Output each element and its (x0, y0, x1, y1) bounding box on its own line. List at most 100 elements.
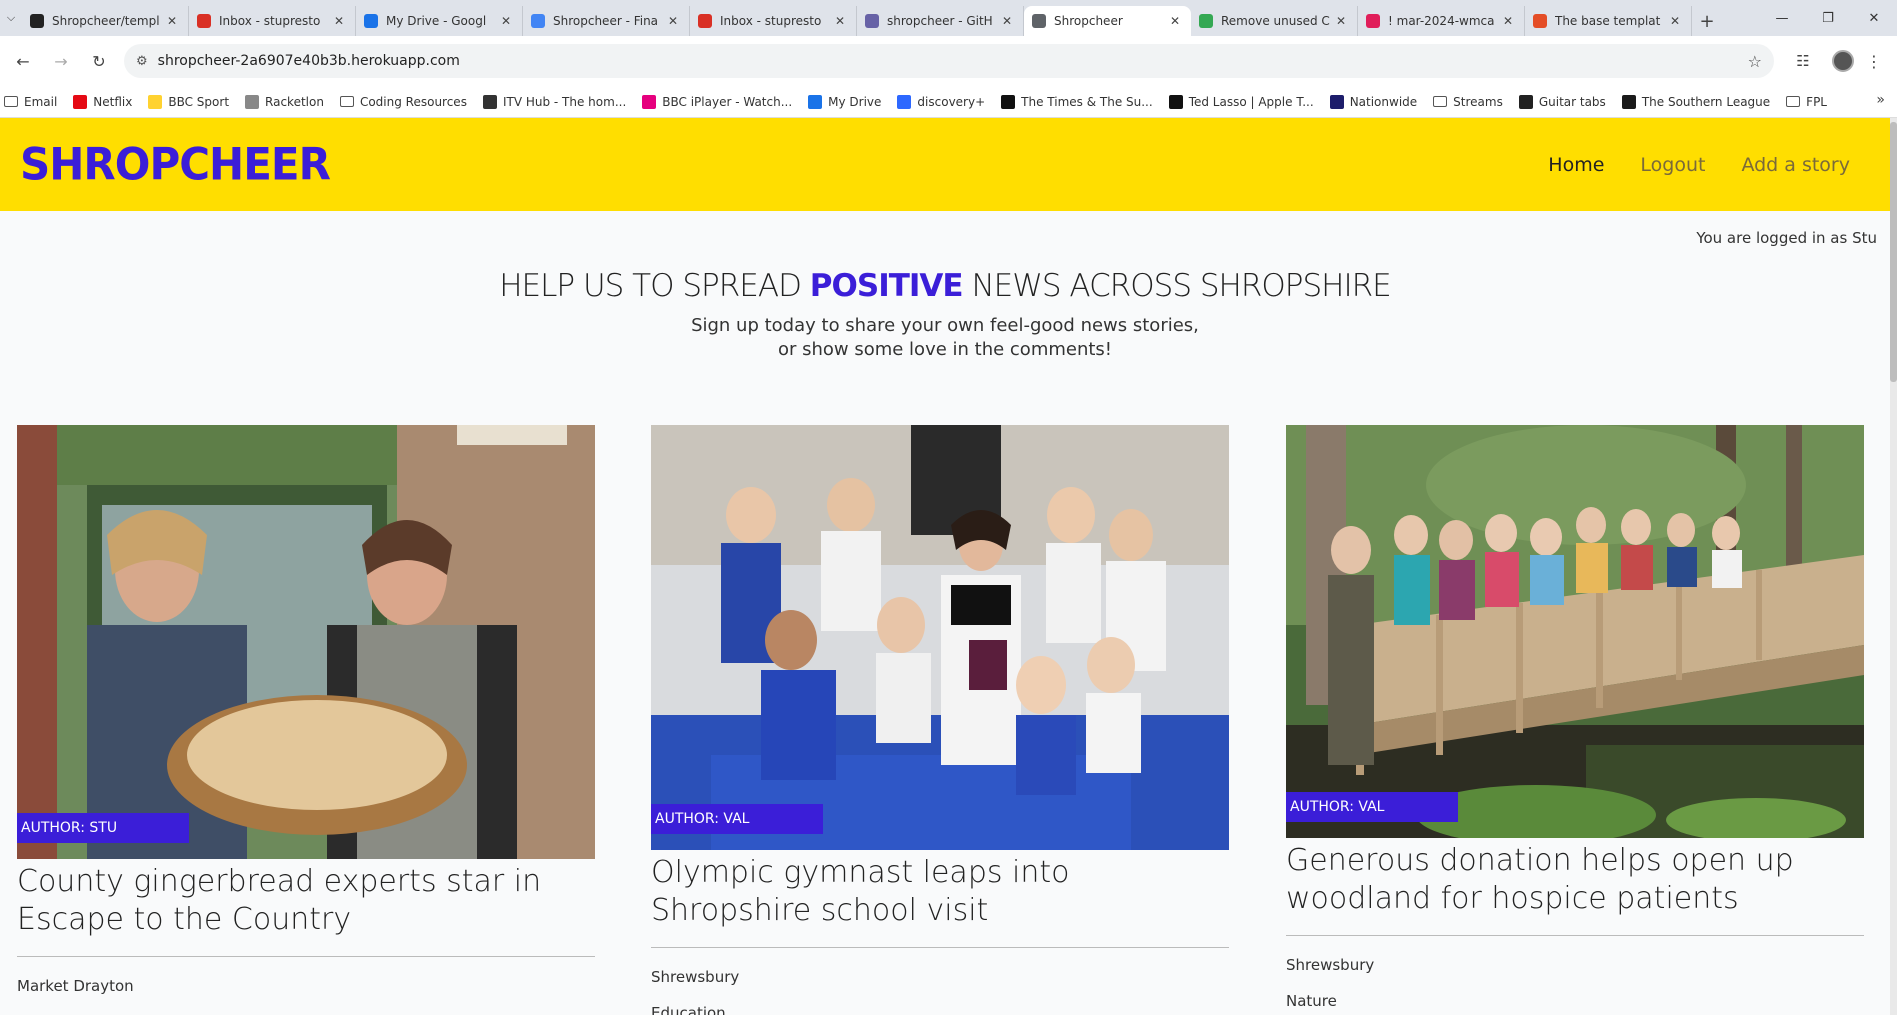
site-info-icon[interactable]: ⚙ (136, 54, 148, 69)
bookmark-label: FPL (1806, 94, 1827, 109)
bookmark-item[interactable]: BBC Sport (148, 94, 230, 109)
story-divider (17, 956, 595, 957)
nav-home-link[interactable]: Home (1548, 154, 1604, 176)
bookmark-star-icon[interactable]: ☆ (1748, 52, 1762, 71)
bookmark-item[interactable]: Guitar tabs (1518, 94, 1606, 109)
slack-icon (1366, 14, 1380, 28)
story-divider (1286, 935, 1864, 936)
bookmark-item[interactable]: Email (4, 95, 57, 109)
hero-subtitle: Sign up today to share your own feel-goo… (0, 314, 1890, 362)
bookmark-item[interactable]: Racketlon (245, 94, 324, 109)
bookmark-item[interactable]: Ted Lasso | Apple T... (1168, 94, 1314, 109)
close-tab-icon[interactable]: ✕ (1667, 14, 1683, 28)
hero-title-highlight: POSITIVE (809, 268, 964, 304)
woodland-bridge-photo (1286, 425, 1864, 838)
story-category: Education (651, 1004, 726, 1015)
bookmark-item[interactable]: The Southern League (1621, 94, 1770, 109)
reload-icon[interactable]: ↻ (84, 46, 114, 76)
bookmark-label: Racketlon (265, 94, 324, 109)
hero-title: HELP US TO SPREAD POSITIVE NEWS ACROSS S… (0, 268, 1890, 304)
bookmark-item[interactable]: Nationwide (1329, 94, 1417, 109)
browser-tab[interactable]: My Drive - Googl ✕ (356, 6, 523, 36)
bookmark-item[interactable]: Netflix (73, 94, 133, 109)
story-location: Shrewsbury (1286, 956, 1375, 974)
new-tab-button[interactable]: + (1692, 6, 1722, 36)
close-tab-icon[interactable]: ✕ (1167, 14, 1183, 28)
bookmark-item[interactable]: discovery+ (897, 94, 985, 109)
browser-tab[interactable]: The base templat ✕ (1525, 6, 1692, 36)
folder-icon (1786, 96, 1801, 107)
story-card[interactable]: AUTHOR: VAL Generous donation helps open… (1286, 425, 1864, 1010)
site-logo[interactable]: SHROPCHEER (20, 139, 331, 190)
hero-subtitle-line-1: Sign up today to share your own feel-goo… (691, 315, 1199, 336)
story-image[interactable]: AUTHOR: VAL (1286, 425, 1864, 838)
story-card[interactable]: AUTHOR: STU County gingerbread experts s… (17, 425, 595, 995)
browser-tab-title: ! mar-2024-wmca (1388, 14, 1495, 28)
story-card[interactable]: AUTHOR: VAL Olympic gymnast leaps into S… (651, 425, 1229, 1015)
drive-icon (364, 14, 378, 28)
bookmark-item[interactable]: Coding Resources (339, 94, 467, 109)
restore-icon[interactable]: ❐ (1805, 0, 1851, 36)
browser-tab-title: Shropcheer - Fina (553, 14, 659, 28)
tab-search-icon[interactable]: ⌵ (0, 0, 22, 36)
folder-icon (1433, 96, 1448, 107)
story-title[interactable]: Olympic gymnast leaps into Shropshire sc… (651, 854, 1229, 930)
discovery-icon (897, 94, 912, 109)
browser-tab[interactable]: Shropcheer - Fina ✕ (523, 6, 690, 36)
heroku-icon (865, 14, 879, 28)
minimize-icon[interactable]: — (1759, 0, 1805, 36)
bookmark-label: BBC Sport (168, 94, 230, 109)
bookmark-label: Netflix (93, 94, 133, 109)
nav-logout-link[interactable]: Logout (1640, 154, 1705, 176)
browser-tab[interactable]: Inbox - stupresto ✕ (189, 6, 356, 36)
chrome-icon (1199, 14, 1213, 28)
close-tab-icon[interactable]: ✕ (1500, 14, 1516, 28)
profile-avatar[interactable] (1832, 50, 1854, 72)
more-bookmarks-icon[interactable]: » (1876, 92, 1885, 108)
bookmark-label: The Times & The Su... (1021, 94, 1153, 109)
close-tab-icon[interactable]: ✕ (164, 14, 180, 28)
close-tab-icon[interactable]: ✕ (331, 14, 347, 28)
page-scrollbar-thumb[interactable] (1890, 122, 1897, 382)
window-controls: — ❐ ✕ (1759, 0, 1897, 36)
nav-add-story-link[interactable]: Add a story (1741, 154, 1850, 176)
close-tab-icon[interactable]: ✕ (1333, 14, 1349, 28)
browser-tab-title: shropcheer - GitH (887, 14, 993, 28)
bookmark-item[interactable]: The Times & The Su... (1001, 94, 1153, 109)
back-icon[interactable]: ← (8, 46, 38, 76)
bookmark-item[interactable]: FPL (1786, 95, 1827, 109)
globe-icon (1032, 14, 1046, 28)
browser-tab[interactable]: Remove unused C ✕ (1191, 6, 1358, 36)
bookmark-item[interactable]: My Drive (808, 94, 881, 109)
bookmark-item[interactable]: BBC iPlayer - Watch... (642, 94, 792, 109)
close-tab-icon[interactable]: ✕ (665, 14, 681, 28)
close-window-icon[interactable]: ✕ (1851, 0, 1897, 36)
close-tab-icon[interactable]: ✕ (832, 14, 848, 28)
browser-menu-icon[interactable]: ⋮ (1864, 52, 1884, 71)
close-tab-icon[interactable]: ✕ (498, 14, 514, 28)
story-image[interactable]: AUTHOR: VAL (651, 425, 1229, 850)
browser-tab[interactable]: Shropcheer ✕ (1024, 6, 1191, 36)
browser-tab[interactable]: shropcheer - GitH ✕ (857, 6, 1024, 36)
site-nav-links: Home Logout Add a story (1512, 118, 1850, 211)
story-divider (651, 947, 1229, 948)
racketlon-icon (245, 94, 260, 109)
bookmark-label: Coding Resources (359, 94, 467, 109)
story-image[interactable]: AUTHOR: STU (17, 425, 595, 859)
browser-tab-title: Remove unused C (1221, 14, 1330, 28)
close-tab-icon[interactable]: ✕ (999, 14, 1015, 28)
forward-icon[interactable]: → (46, 46, 76, 76)
school-children-photo (651, 425, 1229, 850)
story-title[interactable]: County gingerbread experts star in Escap… (17, 863, 595, 939)
bookmark-label: Guitar tabs (1538, 94, 1606, 109)
extensions-icon[interactable]: ☷ (1788, 46, 1818, 76)
site-navbar: SHROPCHEER Home Logout Add a story (0, 118, 1890, 211)
address-input[interactable]: ⚙ shropcheer-2a6907e40b3b.herokuapp.com … (124, 44, 1774, 78)
bookmark-item[interactable]: ITV Hub - The hom... (482, 94, 626, 109)
browser-tab[interactable]: ! mar-2024-wmca ✕ (1358, 6, 1525, 36)
bookmark-item[interactable]: Streams (1433, 95, 1503, 109)
browser-tab[interactable]: Inbox - stupresto ✕ (690, 6, 857, 36)
hero-subtitle-line-2: or show some love in the comments! (777, 339, 1113, 360)
story-title[interactable]: Generous donation helps open up woodland… (1286, 842, 1864, 918)
browser-tab[interactable]: Shropcheer/templ ✕ (22, 6, 189, 36)
